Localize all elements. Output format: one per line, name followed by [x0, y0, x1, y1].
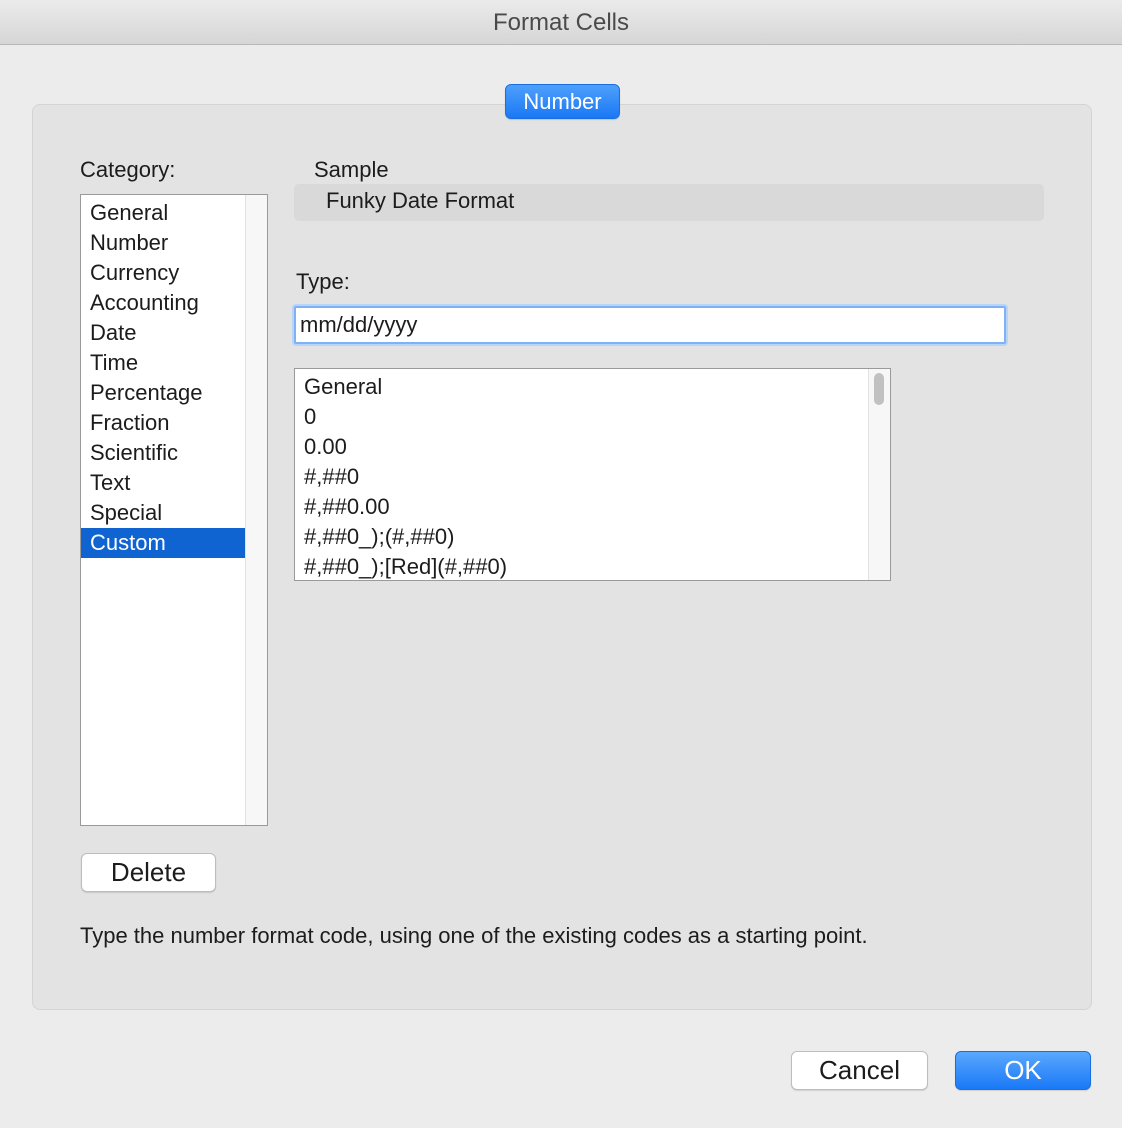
format-list-scrollbar[interactable]: [868, 369, 890, 580]
category-item-fraction[interactable]: Fraction: [81, 408, 246, 438]
category-item-currency[interactable]: Currency: [81, 258, 246, 288]
format-item[interactable]: #,##0_);[Red](#,##0): [295, 552, 507, 580]
format-item[interactable]: #,##0_);(#,##0): [295, 522, 507, 552]
category-item-time[interactable]: Time: [81, 348, 246, 378]
format-list-scroll-thumb[interactable]: [874, 373, 884, 405]
category-item-scientific[interactable]: Scientific: [81, 438, 246, 468]
format-code-list[interactable]: General 0 0.00 #,##0 #,##0.00 #,##0_);(#…: [294, 368, 891, 581]
category-list[interactable]: General Number Currency Accounting Date …: [80, 194, 268, 826]
category-scrollbar[interactable]: [245, 195, 267, 825]
format-item[interactable]: 0.00: [295, 432, 507, 462]
type-label: Type:: [296, 269, 350, 294]
sample-label: Sample: [314, 157, 389, 182]
category-item-date[interactable]: Date: [81, 318, 246, 348]
delete-button[interactable]: Delete: [81, 853, 216, 892]
category-item-accounting[interactable]: Accounting: [81, 288, 246, 318]
hint-text: Type the number format code, using one o…: [80, 923, 868, 948]
cancel-button[interactable]: Cancel: [791, 1051, 928, 1090]
category-item-percentage[interactable]: Percentage: [81, 378, 246, 408]
category-item-special[interactable]: Special: [81, 498, 246, 528]
format-item[interactable]: #,##0: [295, 462, 507, 492]
category-label: Category:: [80, 157, 176, 182]
category-item-custom[interactable]: Custom: [81, 528, 246, 558]
type-input[interactable]: [294, 306, 1006, 344]
category-item-general[interactable]: General: [81, 198, 246, 228]
format-item[interactable]: #,##0.00: [295, 492, 507, 522]
window-title: Format Cells: [0, 0, 1122, 45]
tab-number[interactable]: Number: [505, 84, 620, 119]
category-item-number[interactable]: Number: [81, 228, 246, 258]
category-item-text[interactable]: Text: [81, 468, 246, 498]
format-item[interactable]: 0: [295, 402, 507, 432]
format-item[interactable]: General: [295, 372, 507, 402]
ok-button[interactable]: OK: [955, 1051, 1091, 1090]
sample-value: Funky Date Format: [326, 188, 515, 213]
